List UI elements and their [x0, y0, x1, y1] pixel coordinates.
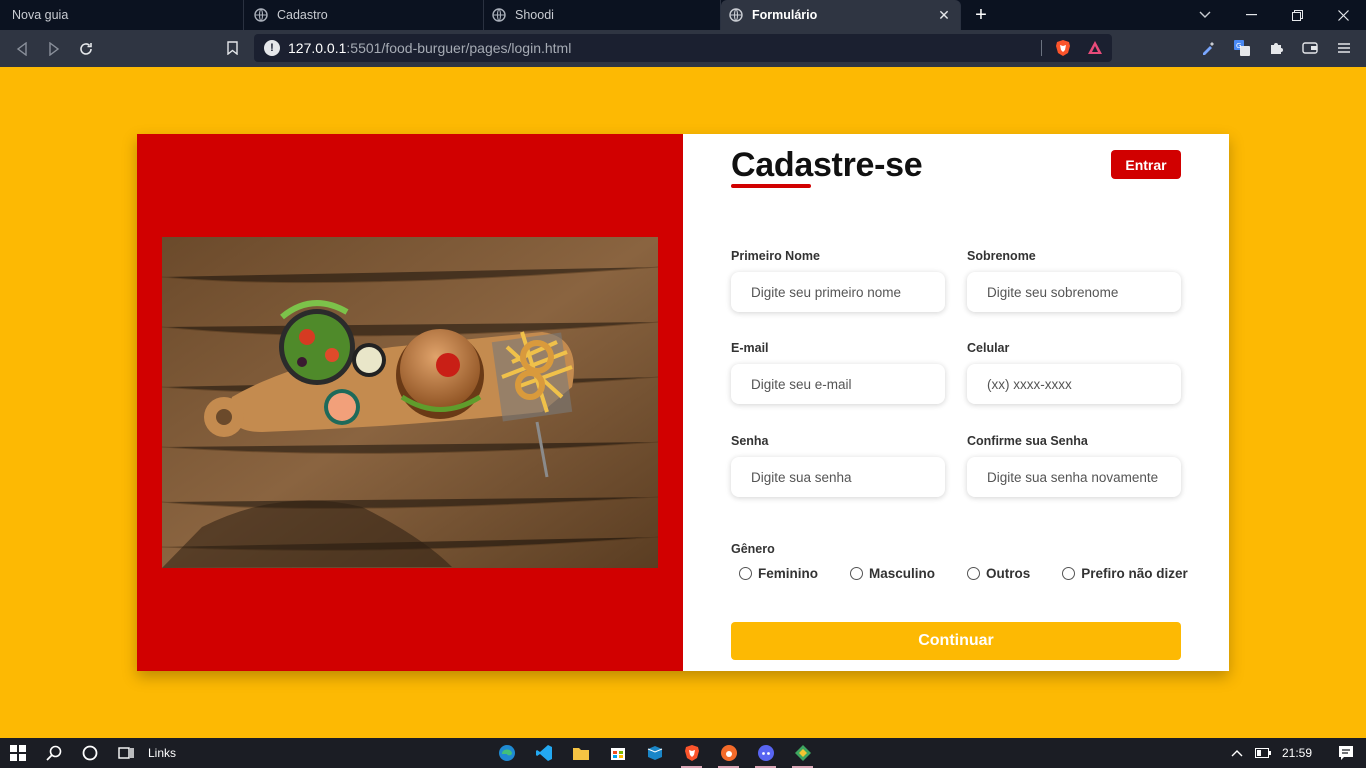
gender-option-label: Outros	[986, 566, 1031, 581]
radio-button[interactable]	[967, 567, 981, 580]
file-explorer-icon[interactable]	[562, 738, 599, 768]
globe-icon	[729, 8, 743, 22]
battery-icon[interactable]	[1250, 738, 1276, 768]
gender-option-label: Feminino	[758, 566, 818, 581]
email-group: E-mail	[731, 341, 945, 404]
tab-label: Formulário	[752, 8, 818, 22]
menu-icon[interactable]	[1330, 33, 1358, 63]
tab-search-chevron-icon[interactable]	[1188, 0, 1222, 30]
url-path: :5501/food-burguer/pages/login.html	[346, 40, 572, 56]
gender-option-masculino[interactable]: Masculino	[850, 566, 935, 581]
globe-icon	[492, 8, 506, 22]
brave-browser-icon[interactable]	[673, 738, 710, 768]
restore-icon[interactable]	[1274, 0, 1320, 30]
image-panel	[137, 134, 683, 671]
gender-option-label: Masculino	[869, 566, 936, 581]
gitkraken-icon[interactable]	[784, 738, 821, 768]
confirm-password-input[interactable]	[967, 457, 1181, 497]
tab-nova-guia[interactable]: Nova guia	[0, 0, 244, 30]
clock[interactable]: 21:59	[1282, 746, 1312, 760]
radio-button[interactable]	[850, 567, 863, 580]
login-button[interactable]: Entrar	[1111, 150, 1181, 179]
email-input[interactable]	[731, 364, 945, 404]
email-label: E-mail	[731, 341, 769, 355]
gender-option-prefiro-nao-dizer[interactable]: Prefiro não dizer	[1062, 566, 1188, 581]
url-host: 127.0.0.1	[288, 40, 347, 56]
task-view-icon[interactable]	[108, 738, 144, 768]
radio-button[interactable]	[739, 567, 752, 580]
tab-shoodi[interactable]: Shoodi	[484, 0, 721, 30]
browser-toolbar: ! 127.0.0.1:5501/food-burguer/pages/logi…	[0, 30, 1366, 67]
tab-label: Cadastro	[277, 8, 328, 22]
brave-rewards-icon[interactable]	[1086, 39, 1104, 57]
minimize-icon[interactable]	[1228, 0, 1274, 30]
window-controls	[1228, 0, 1366, 30]
phone-input[interactable]	[967, 364, 1181, 404]
title-underline	[731, 184, 811, 188]
site-info-icon[interactable]: !	[264, 40, 280, 56]
page-title: Cadastre-se	[731, 146, 923, 184]
edge-icon[interactable]	[488, 738, 525, 768]
tab-label: Nova guia	[12, 8, 69, 22]
forward-arrow-icon[interactable]	[38, 33, 70, 65]
last-name-group: Sobrenome	[967, 249, 1181, 312]
windows-start-icon[interactable]	[0, 738, 36, 768]
tab-bar: Nova guia Cadastro Shoodi Formulário ✕ +	[0, 0, 1366, 30]
last-name-label: Sobrenome	[967, 249, 1036, 263]
color-picker-icon[interactable]	[1194, 33, 1222, 63]
gender-options: Feminino Masculino Outros Prefiro não di…	[739, 566, 1188, 581]
back-arrow-icon[interactable]	[6, 33, 38, 65]
close-window-icon[interactable]	[1320, 0, 1366, 30]
signup-card: Cadastre-se Entrar Primeiro Nome Sobreno…	[137, 134, 1229, 671]
search-icon[interactable]	[36, 738, 72, 768]
password-label: Senha	[731, 434, 769, 448]
wallet-icon[interactable]	[1296, 33, 1324, 63]
discord-icon[interactable]	[747, 738, 784, 768]
store-icon[interactable]	[599, 738, 636, 768]
continue-button[interactable]: Continuar	[731, 622, 1181, 660]
address-bar[interactable]: ! 127.0.0.1:5501/food-burguer/pages/logi…	[254, 34, 1112, 62]
svg-text:G: G	[1236, 42, 1241, 50]
tab-formulario[interactable]: Formulário ✕	[721, 0, 961, 30]
burger-board-image	[162, 237, 658, 568]
notification-icon[interactable]	[1326, 738, 1366, 768]
cortana-icon[interactable]	[72, 738, 108, 768]
gender-option-feminino[interactable]: Feminino	[739, 566, 818, 581]
radio-button[interactable]	[1062, 567, 1076, 580]
links-toolbar[interactable]: Links	[148, 746, 176, 760]
phone-label: Celular	[967, 341, 1010, 355]
gender-option-label: Prefiro não dizer	[1081, 566, 1188, 581]
gender-title: Gênero	[731, 542, 775, 556]
new-tab-button[interactable]: +	[961, 0, 1001, 30]
puzzle-extensions-icon[interactable]	[1262, 33, 1290, 63]
translate-icon[interactable]: G	[1228, 33, 1256, 63]
vscode-icon[interactable]	[525, 738, 562, 768]
first-name-input[interactable]	[731, 272, 945, 312]
confirm-password-group: Confirme sua Senha	[967, 434, 1181, 497]
first-name-group: Primeiro Nome	[731, 249, 945, 312]
close-tab-icon[interactable]: ✕	[936, 7, 952, 23]
tab-label: Shoodi	[515, 8, 554, 22]
first-name-label: Primeiro Nome	[731, 249, 820, 263]
password-group: Senha	[731, 434, 945, 497]
divider	[1041, 40, 1042, 56]
virtualbox-icon[interactable]	[636, 738, 673, 768]
globe-icon	[254, 8, 268, 22]
extensions-area: G	[1194, 33, 1358, 63]
last-name-input[interactable]	[967, 272, 1181, 312]
phone-group: Celular	[967, 341, 1181, 404]
system-tray: 21:59	[1224, 738, 1366, 768]
form-panel: Cadastre-se Entrar Primeiro Nome Sobreno…	[683, 134, 1229, 671]
taskbar-apps	[488, 738, 821, 768]
brave-shield-icon[interactable]	[1054, 39, 1072, 57]
bookmark-icon[interactable]	[218, 33, 246, 63]
gender-option-outros[interactable]: Outros	[967, 566, 1030, 581]
password-input[interactable]	[731, 457, 945, 497]
confirm-password-label: Confirme sua Senha	[967, 434, 1088, 448]
chevron-up-icon[interactable]	[1224, 738, 1250, 768]
taskbar: Links 21:59	[0, 738, 1366, 768]
reload-icon[interactable]	[70, 33, 102, 65]
brave-nightly-icon[interactable]	[710, 738, 747, 768]
tab-cadastro[interactable]: Cadastro	[244, 0, 484, 30]
